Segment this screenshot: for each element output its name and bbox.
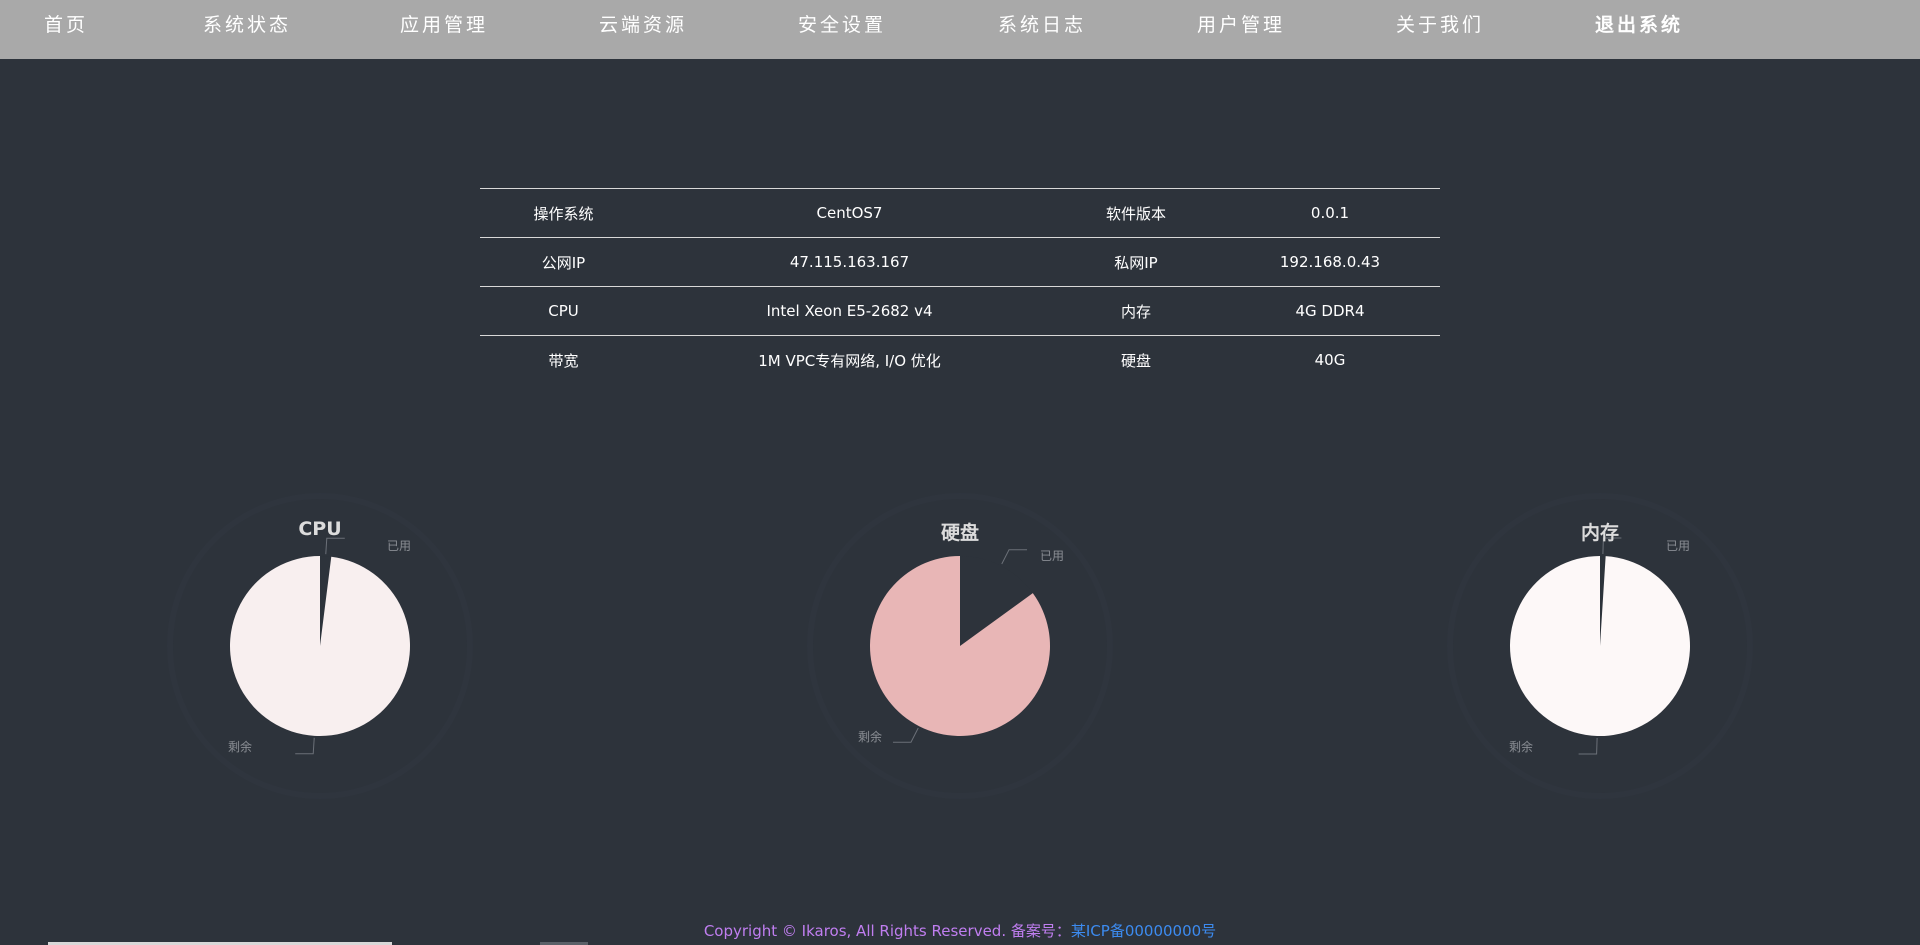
- label-remaining: 剩余: [1509, 740, 1534, 754]
- label-used: 已用: [387, 539, 412, 553]
- info-label: CPU: [480, 286, 647, 336]
- leader-line-used: [1001, 549, 1028, 565]
- info-value: Intel Xeon E5-2682 v4: [647, 286, 1052, 336]
- chart-title: 硬盘: [940, 522, 979, 544]
- nav-item-home[interactable]: 首页: [44, 0, 88, 50]
- leader-line-remaining: [295, 737, 315, 755]
- info-value: 4G DDR4: [1220, 286, 1440, 336]
- label-remaining: 剩余: [858, 730, 883, 744]
- top-nav: 首页 系统状态 应用管理 云端资源 安全设置 系统日志 用户管理 关于我们 退出…: [0, 0, 1920, 59]
- info-value: 192.168.0.43: [1220, 237, 1440, 287]
- info-label: 硬盘: [1052, 335, 1220, 385]
- copyright-text: Copyright © Ikaros, All Rights Reserved.…: [703, 922, 1071, 940]
- leader-line-remaining: [892, 727, 919, 743]
- nav-item-system-logs[interactable]: 系统日志: [998, 0, 1086, 50]
- info-label: 操作系统: [480, 188, 647, 238]
- nav-item-about-us[interactable]: 关于我们: [1396, 0, 1484, 50]
- info-value: 40G: [1220, 335, 1440, 385]
- pie-slice-remaining: [229, 556, 410, 736]
- pie-slice-remaining: [1509, 556, 1690, 736]
- info-label: 带宽: [480, 335, 647, 385]
- chart-title: 内存: [1580, 522, 1619, 544]
- icp-link[interactable]: 某ICP备00000000号: [1071, 922, 1216, 940]
- table-row: CPU Intel Xeon E5-2682 v4 内存 4G DDR4: [480, 286, 1440, 336]
- footer: Copyright © Ikaros, All Rights Reserved.…: [0, 920, 1920, 941]
- info-value: 1M VPC专有网络, I/O 优化: [647, 335, 1052, 385]
- nav-item-security-settings[interactable]: 安全设置: [798, 0, 886, 50]
- chart-title: CPU: [298, 518, 342, 540]
- nav-item-user-management[interactable]: 用户管理: [1197, 0, 1285, 50]
- cpu-pie-chart: CPU 已用 剩余: [100, 480, 540, 810]
- info-value: 47.115.163.167: [647, 237, 1052, 287]
- info-value: 0.0.1: [1220, 188, 1440, 238]
- info-label: 公网IP: [480, 237, 647, 287]
- nav-item-app-management[interactable]: 应用管理: [400, 0, 488, 50]
- label-used: 已用: [1040, 549, 1065, 563]
- info-label: 软件版本: [1052, 188, 1220, 238]
- nav-item-cloud-resources[interactable]: 云端资源: [599, 0, 687, 50]
- table-row: 公网IP 47.115.163.167 私网IP 192.168.0.43: [480, 237, 1440, 287]
- disk-pie-chart: 硬盘 已用 剩余: [740, 480, 1180, 810]
- nav-item-system-status[interactable]: 系统状态: [203, 0, 291, 50]
- leader-line-used: [325, 537, 345, 555]
- info-label: 私网IP: [1052, 237, 1220, 287]
- info-value: CentOS7: [647, 188, 1052, 238]
- table-row: 操作系统 CentOS7 软件版本 0.0.1: [480, 188, 1440, 238]
- leader-line-remaining: [1578, 737, 1598, 755]
- label-used: 已用: [1666, 539, 1691, 553]
- info-label: 内存: [1052, 286, 1220, 336]
- label-remaining: 剩余: [228, 740, 253, 754]
- server-info-table: 操作系统 CentOS7 软件版本 0.0.1 公网IP 47.115.163.…: [480, 188, 1440, 385]
- logout-button[interactable]: 退出系统: [1595, 0, 1683, 50]
- table-row: 带宽 1M VPC专有网络, I/O 优化 硬盘 40G: [480, 335, 1440, 385]
- memory-pie-chart: 内存 已用 剩余: [1380, 480, 1820, 810]
